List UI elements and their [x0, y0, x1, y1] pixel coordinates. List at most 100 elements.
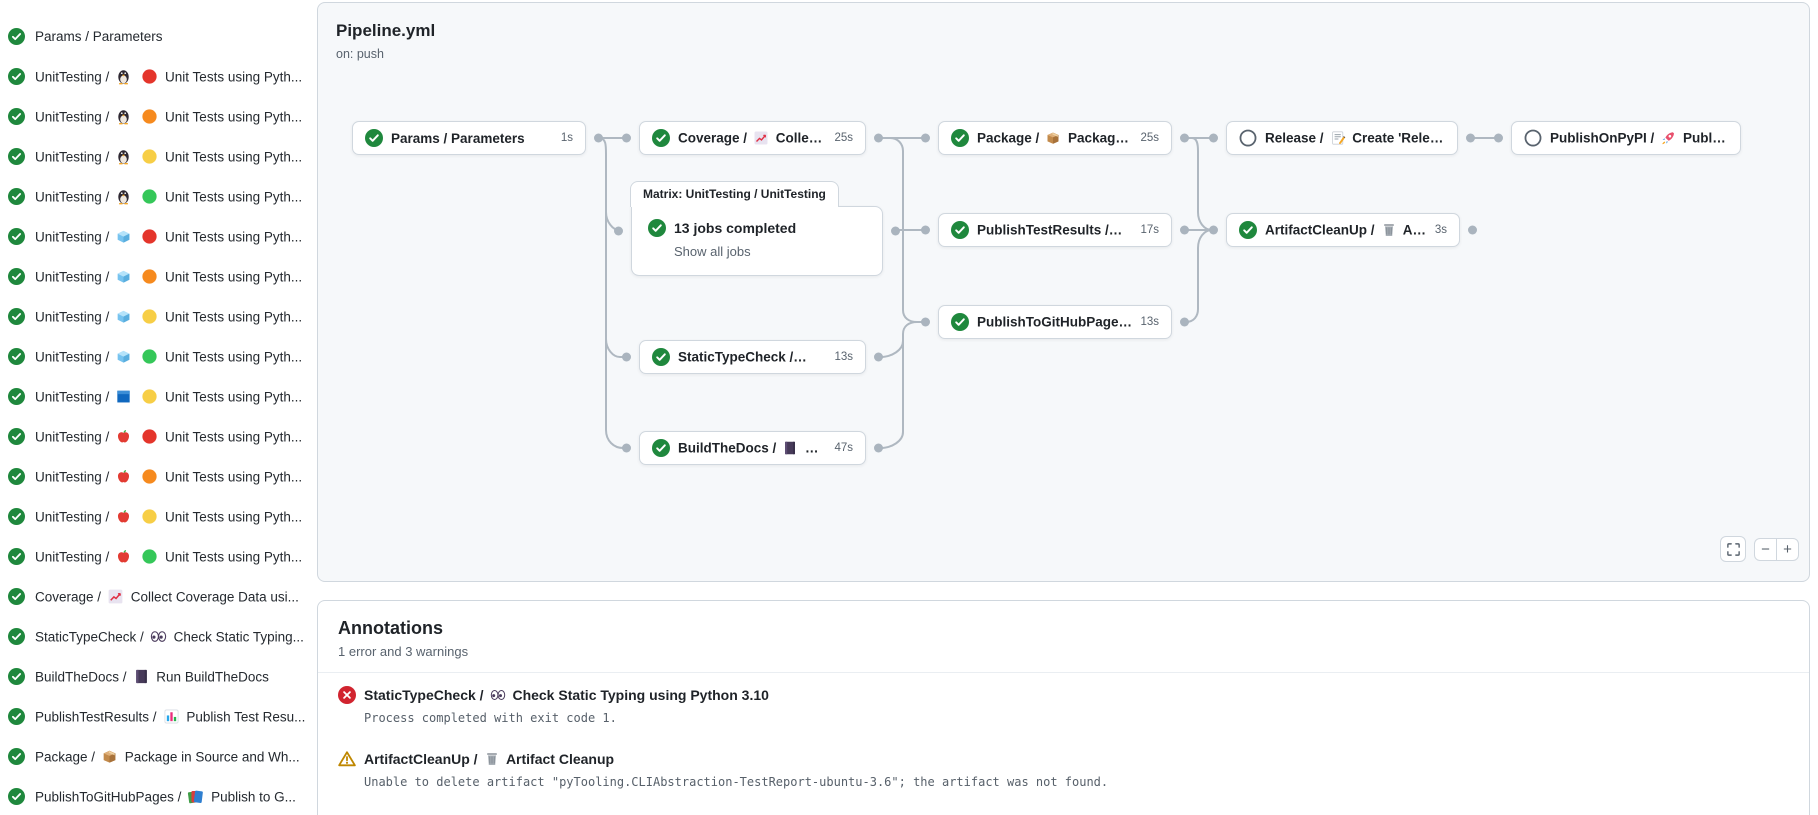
job-label: UnitTesting / Unit Tests using Pyth... — [35, 108, 308, 125]
yellow-circle-icon — [141, 308, 158, 325]
job-duration: 25s — [1140, 132, 1159, 144]
windows-ice-cube-icon — [115, 228, 132, 245]
job-node-publishtestresults[interactable]: PublishTestResults / Pu... 17s — [938, 213, 1172, 247]
job-node-coverage[interactable]: Coverage / Collect Cove...25s — [639, 121, 866, 155]
check-circle-icon — [8, 68, 25, 85]
sidebar-job-item[interactable]: Params / Parameters — [0, 16, 312, 56]
job-duration: 17s — [1140, 224, 1159, 236]
annotation-item-error: StaticTypeCheck / Check Static Typing us… — [318, 673, 1809, 737]
job-node-label: ArtifactCleanUp / Artifac... — [1265, 222, 1427, 238]
sidebar-job-item[interactable]: UnitTesting / Unit Tests using Pyth... — [0, 136, 312, 176]
sidebar-job-item[interactable]: UnitTesting / Unit Tests using Pyth... — [0, 176, 312, 216]
job-duration: 13s — [1140, 316, 1159, 328]
check-circle-icon — [8, 588, 25, 605]
sidebar-job-item[interactable]: PublishTestResults / Publish Test Resu..… — [0, 696, 312, 736]
connector-dot — [1209, 226, 1218, 235]
job-node-label: PublishTestResults / Pu... — [977, 222, 1132, 238]
matrix-tab: Matrix: UnitTesting / UnitTesting — [630, 181, 839, 207]
connector-dot — [1466, 134, 1475, 143]
macos-apple-icon — [115, 508, 132, 525]
sidebar-job-item[interactable]: BuildTheDocs / Run BuildTheDocs — [0, 656, 312, 696]
job-node-release[interactable]: Release / Create 'Release P... — [1226, 121, 1458, 155]
job-node-label: Coverage / Collect Cove... — [678, 130, 826, 146]
check-circle-icon — [8, 108, 25, 125]
job-node-package[interactable]: Package / Package in So...25s — [938, 121, 1172, 155]
macos-apple-icon — [115, 428, 132, 445]
job-label: UnitTesting / Unit Tests using Pyth... — [35, 268, 308, 285]
connector-dot — [1494, 134, 1503, 143]
sidebar-job-item[interactable]: Package / Package in Source and Wh... — [0, 736, 312, 776]
connector-dot — [874, 134, 883, 143]
sidebar-job-item[interactable]: UnitTesting / Unit Tests using Pyth... — [0, 216, 312, 256]
fullscreen-button[interactable] — [1720, 536, 1746, 562]
matrix-summary: 13 jobs completed — [674, 220, 796, 236]
job-node-statictypecheck[interactable]: StaticTypeCheck / Chec...13s — [639, 340, 866, 374]
sidebar-job-item[interactable]: Coverage / Collect Coverage Data usi... — [0, 576, 312, 616]
job-node-artifactcleanup[interactable]: ArtifactCleanUp / Artifac...3s — [1226, 213, 1460, 247]
sidebar-job-item[interactable]: UnitTesting / Unit Tests using Pyth... — [0, 96, 312, 136]
bar-chart-icon — [1115, 222, 1131, 238]
check-circle-icon — [8, 668, 25, 685]
job-label: UnitTesting / Unit Tests using Pyth... — [35, 348, 308, 365]
check-circle-icon — [8, 148, 25, 165]
sidebar-job-item[interactable]: UnitTesting / Unit Tests using Pyth... — [0, 56, 312, 96]
sidebar-job-item[interactable]: UnitTesting / Unit Tests using Pyth... — [0, 536, 312, 576]
show-all-jobs-link[interactable]: Show all jobs — [674, 244, 866, 259]
windows-ice-cube-icon — [115, 348, 132, 365]
zoom-out-button[interactable]: − — [1754, 538, 1777, 561]
workflow-trigger: on: push — [336, 47, 384, 61]
macos-apple-icon — [115, 468, 132, 485]
job-label: Package / Package in Source and Wh... — [35, 748, 308, 765]
job-label: UnitTesting / Unit Tests using Pyth... — [35, 188, 308, 205]
job-list: Params / ParametersUnitTesting / Unit Te… — [0, 16, 312, 815]
connector-dot — [874, 444, 883, 453]
job-duration: 13s — [834, 351, 853, 363]
sidebar-job-item[interactable]: StaticTypeCheck / Check Static Typing... — [0, 616, 312, 656]
job-label: BuildTheDocs / Run BuildTheDocs — [35, 668, 308, 685]
job-label: UnitTesting / Unit Tests using Pyth... — [35, 148, 308, 165]
job-node-params[interactable]: Params / Parameters1s — [352, 121, 586, 155]
connector-dot — [1180, 134, 1189, 143]
sidebar-job-item[interactable]: UnitTesting / Unit Tests using Pyth... — [0, 256, 312, 296]
check-circle-icon — [8, 308, 25, 325]
yellow-circle-icon — [141, 148, 158, 165]
job-node-publishonpypi[interactable]: PublishOnPyPI / Publish to ... — [1511, 121, 1741, 155]
annotation-job-link[interactable]: StaticTypeCheck / Check Static Typing us… — [364, 687, 769, 704]
matrix-card[interactable]: 13 jobs completed Show all jobs — [631, 206, 883, 276]
job-node-label: BuildTheDocs / Run Buil... — [678, 440, 826, 456]
job-label: UnitTesting / Unit Tests using Pyth... — [35, 228, 308, 245]
check-circle-icon — [8, 28, 25, 45]
yellow-circle-icon — [141, 388, 158, 405]
pipeline-card[interactable]: Pipeline.yml on: push Params / Parameter… — [317, 2, 1810, 582]
annotation-job-link[interactable]: ArtifactCleanUp / Artifact Cleanup — [364, 751, 614, 768]
linux-penguin-icon — [115, 188, 132, 205]
check-circle-icon — [951, 313, 969, 331]
annotation-message: Process completed with exit code 1. — [364, 711, 1785, 725]
job-label: UnitTesting / Unit Tests using Pyth... — [35, 468, 308, 485]
zoom-in-button[interactable]: + — [1776, 538, 1799, 561]
connector-dot — [1209, 134, 1218, 143]
annotations-header: Annotations 1 error and 3 warnings — [318, 601, 1809, 673]
job-node-label: PublishToGitHubPages / ... — [977, 314, 1132, 330]
sidebar-job-item[interactable]: UnitTesting / Unit Tests using Pyth... — [0, 376, 312, 416]
sidebar-job-item[interactable]: UnitTesting / Unit Tests using Pyth... — [0, 336, 312, 376]
job-node-buildthedocs[interactable]: BuildTheDocs / Run Buil...47s — [639, 431, 866, 465]
sidebar-job-item[interactable]: UnitTesting / Unit Tests using Pyth... — [0, 296, 312, 336]
check-circle-icon — [365, 129, 383, 147]
green-circle-icon — [141, 548, 158, 565]
check-circle-icon — [8, 228, 25, 245]
job-node-label: Params / Parameters — [391, 131, 553, 146]
job-label: UnitTesting / Unit Tests using Pyth... — [35, 428, 308, 445]
sidebar-job-item[interactable]: UnitTesting / Unit Tests using Pyth... — [0, 456, 312, 496]
sidebar-job-item[interactable]: UnitTesting / Unit Tests using Pyth... — [0, 496, 312, 536]
workflow-file-name: Pipeline.yml — [336, 21, 435, 41]
job-node-label: PublishOnPyPI / Publish to ... — [1550, 130, 1728, 146]
sidebar-job-item[interactable]: UnitTesting / Unit Tests using Pyth... — [0, 416, 312, 456]
job-node-publishtogithubpages[interactable]: PublishToGitHubPages / ... 13s — [938, 305, 1172, 339]
check-circle-icon — [951, 129, 969, 147]
connector-dot — [622, 444, 631, 453]
check-circle-icon — [652, 129, 670, 147]
package-icon — [1045, 130, 1061, 146]
sidebar-job-item[interactable]: PublishToGitHubPages / Publish to G... — [0, 776, 312, 815]
linux-penguin-icon — [115, 108, 132, 125]
